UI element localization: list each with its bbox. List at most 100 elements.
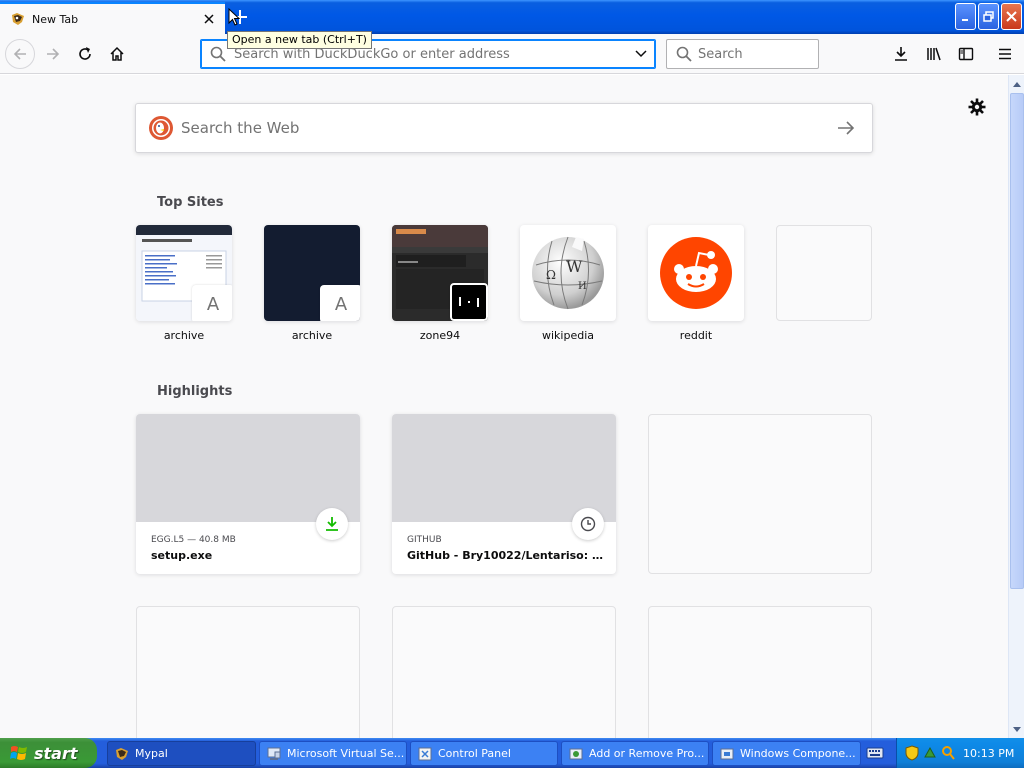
windows-components-icon: [720, 748, 734, 759]
web-search-box[interactable]: [135, 103, 873, 153]
menu-button[interactable]: [990, 39, 1020, 69]
top-site-label: zone94: [419, 329, 461, 342]
empty-highlight-slot: [648, 606, 872, 738]
back-arrow-icon: [13, 48, 26, 60]
top-site-tile[interactable]: reddit: [648, 225, 744, 342]
mypal-favicon-icon: [12, 13, 24, 25]
highlight-context: GITHUB: [407, 535, 442, 545]
close-window-button[interactable]: [1001, 3, 1022, 30]
top-site-tile[interactable]: W Ω И wikipedia: [520, 225, 616, 342]
back-button[interactable]: [5, 39, 35, 69]
empty-top-site-slot[interactable]: [776, 225, 872, 321]
arrow-right-icon: [838, 121, 855, 135]
taskbar-item-add-remove-programs[interactable]: Add or Remove Pro...: [561, 741, 709, 766]
search-tray-icon[interactable]: [941, 745, 955, 761]
network-icon[interactable]: [923, 745, 937, 761]
new-tab-tooltip: Open a new tab (Ctrl+T): [227, 31, 372, 49]
top-site-thumbnail: A: [264, 225, 360, 321]
hamburger-menu-icon: [999, 48, 1011, 60]
restore-icon: [983, 11, 994, 22]
scrollbar-thumb[interactable]: [1010, 93, 1024, 589]
top-site-label: reddit: [679, 329, 713, 342]
reload-icon: [79, 47, 91, 60]
vertical-scrollbar[interactable]: [1008, 75, 1024, 738]
highlights-title: Highlights: [157, 384, 233, 399]
taskbar-item-windows-components[interactable]: Windows Compone...: [712, 741, 861, 766]
download-icon: [316, 508, 348, 540]
top-site-label: archive: [291, 329, 333, 342]
highlight-card[interactable]: EGG.L5 — 40.8 MB setup.exe: [136, 414, 360, 574]
empty-highlight-slot: [648, 414, 872, 574]
search-bar[interactable]: [666, 39, 819, 69]
highlight-title: setup.exe: [151, 549, 213, 562]
top-site-thumbnail: A: [136, 225, 232, 321]
virtual-server-icon: [267, 747, 281, 760]
library-button[interactable]: [919, 39, 949, 69]
customize-settings-button[interactable]: [964, 94, 990, 120]
restore-window-button[interactable]: [978, 3, 999, 30]
security-shield-icon[interactable]: [905, 745, 919, 761]
zone94-favicon-icon: [450, 283, 488, 321]
highlight-card[interactable]: GITHUB GitHub - Bry10022/Lentariso: Th..…: [392, 414, 616, 574]
top-sites-title: Top Sites: [157, 195, 224, 210]
reload-button[interactable]: [70, 39, 100, 69]
tile-letter-badge: A: [320, 285, 360, 321]
new-tab-page: Top Sites A archive: [0, 75, 1008, 738]
task-label: Microsoft Virtual Se...: [287, 747, 405, 760]
forward-arrow-icon: [47, 48, 60, 60]
taskbar-item-control-panel[interactable]: Control Panel: [410, 741, 558, 766]
highlight-context: EGG.L5 — 40.8 MB: [151, 535, 236, 545]
mypal-icon: [116, 747, 128, 760]
svg-text:W: W: [566, 257, 583, 276]
empty-highlight-slot: [392, 606, 616, 738]
tab-new-tab[interactable]: New Tab: [0, 2, 225, 34]
library-icon: [927, 47, 941, 61]
top-site-label: archive: [163, 329, 205, 342]
web-search-input[interactable]: [181, 119, 826, 137]
sidebar-button[interactable]: [951, 39, 981, 69]
duckduckgo-logo-icon: [149, 116, 173, 140]
highlight-preview-image: [392, 414, 616, 522]
reddit-logo-icon: [660, 237, 732, 309]
svg-text:Ω: Ω: [546, 268, 556, 282]
gear-icon: [968, 98, 986, 116]
minimize-window-button[interactable]: [955, 3, 976, 30]
taskbar-item-mypal[interactable]: Mypal: [107, 741, 256, 766]
home-button[interactable]: [102, 39, 132, 69]
clock[interactable]: 10:13 PM: [963, 747, 1014, 760]
task-label: Windows Compone...: [740, 747, 856, 760]
tab-title: New Tab: [32, 12, 79, 26]
forward-button[interactable]: [38, 39, 68, 69]
top-site-tile[interactable]: A archive: [264, 225, 360, 342]
top-site-tile[interactable]: zone94: [392, 225, 488, 342]
downloads-button[interactable]: [886, 39, 916, 69]
tile-letter-badge: A: [192, 285, 232, 321]
keyboard-language-icon[interactable]: [866, 745, 884, 761]
control-panel-icon: [418, 747, 432, 760]
task-label: Add or Remove Pro...: [589, 747, 705, 760]
search-go-button[interactable]: [826, 108, 866, 148]
windows-logo-icon: [10, 746, 27, 760]
navigation-toolbar: [0, 34, 1024, 74]
system-tray: 10:13 PM: [896, 738, 1024, 768]
taskbar-item-virtual-server[interactable]: Microsoft Virtual Se...: [259, 741, 407, 766]
url-history-dropdown-icon[interactable]: [627, 50, 655, 58]
scroll-up-arrow-icon[interactable]: [1010, 76, 1024, 92]
download-icon: [895, 47, 907, 61]
scroll-down-arrow-icon[interactable]: [1010, 721, 1024, 737]
close-tab-icon[interactable]: [199, 9, 219, 29]
top-site-tile[interactable]: A archive: [136, 225, 232, 342]
windows-taskbar: start Mypal Microsoft Virtual Se... Cont…: [0, 738, 1024, 768]
task-label: Control Panel: [438, 747, 511, 760]
empty-highlight-slot: [136, 606, 360, 738]
top-site-thumbnail: [392, 225, 488, 321]
empty-tile-placeholder: [776, 225, 872, 321]
top-site-thumbnail: [648, 225, 744, 321]
start-label: start: [34, 743, 78, 763]
search-input[interactable]: [698, 46, 808, 62]
highlight-title: GitHub - Bry10022/Lentariso: Th...: [407, 549, 603, 562]
highlight-preview-image: [136, 414, 360, 522]
home-icon: [110, 46, 124, 61]
start-button[interactable]: start: [0, 738, 97, 768]
mouse-cursor-icon: [228, 8, 240, 26]
